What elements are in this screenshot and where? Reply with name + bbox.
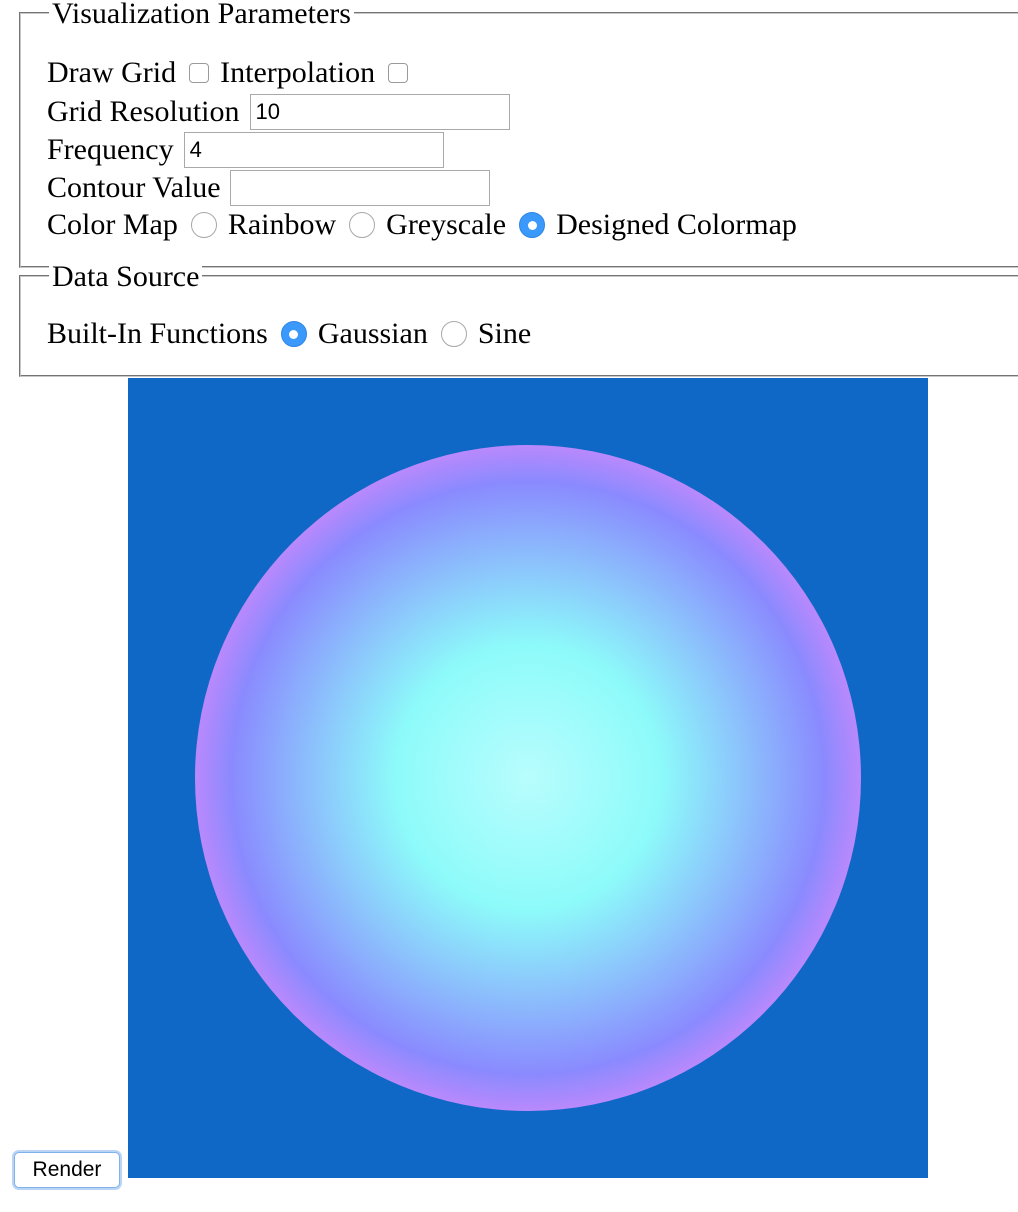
grid-options-row: Draw Grid Interpolation	[47, 56, 419, 90]
draw-grid-checkbox[interactable]	[189, 63, 210, 83]
color-map-label: Color Map	[47, 208, 178, 241]
contour-value-input[interactable]	[229, 170, 490, 206]
visualization-parameters-panel: Visualization Parameters Draw Grid Inter…	[19, 0, 1018, 268]
sine-radio[interactable]	[440, 321, 467, 347]
designed-colormap-radio[interactable]	[519, 212, 546, 238]
greyscale-radio[interactable]	[349, 212, 376, 238]
data-source-panel: Data Source Built-In Functions Gaussian …	[19, 262, 1018, 377]
rainbow-label: Rainbow	[227, 208, 337, 241]
color-map-row: Color Map Rainbow Greyscale Designed Col…	[47, 208, 797, 242]
data-source-legend: Data Source	[49, 262, 203, 292]
visualization-parameters-legend: Visualization Parameters	[49, 0, 354, 29]
contour-value-label: Contour Value	[47, 171, 221, 204]
gaussian-label: Gaussian	[317, 317, 428, 350]
gaussian-radio[interactable]	[280, 321, 307, 347]
frequency-input[interactable]: 4	[183, 132, 444, 168]
contour-value-row: Contour Value	[47, 170, 490, 206]
interpolation-label: Interpolation	[220, 56, 376, 89]
frequency-row: Frequency 4	[47, 132, 444, 168]
render-button[interactable]: Render	[14, 1152, 120, 1188]
interpolation-checkbox[interactable]	[388, 63, 409, 83]
grid-resolution-row: Grid Resolution 10	[47, 94, 510, 130]
greyscale-label: Greyscale	[386, 208, 507, 241]
gaussian-surface	[195, 445, 861, 1111]
frequency-label: Frequency	[47, 133, 174, 166]
grid-resolution-label: Grid Resolution	[47, 95, 240, 128]
draw-grid-label: Draw Grid	[47, 56, 177, 89]
builtin-functions-row: Built-In Functions Gaussian Sine	[47, 317, 531, 351]
sine-label: Sine	[477, 317, 532, 350]
rainbow-radio[interactable]	[190, 212, 217, 238]
builtin-functions-label: Built-In Functions	[47, 317, 268, 350]
designed-colormap-label: Designed Colormap	[556, 208, 797, 241]
visualization-canvas	[128, 378, 928, 1178]
grid-resolution-input[interactable]: 10	[249, 94, 510, 130]
